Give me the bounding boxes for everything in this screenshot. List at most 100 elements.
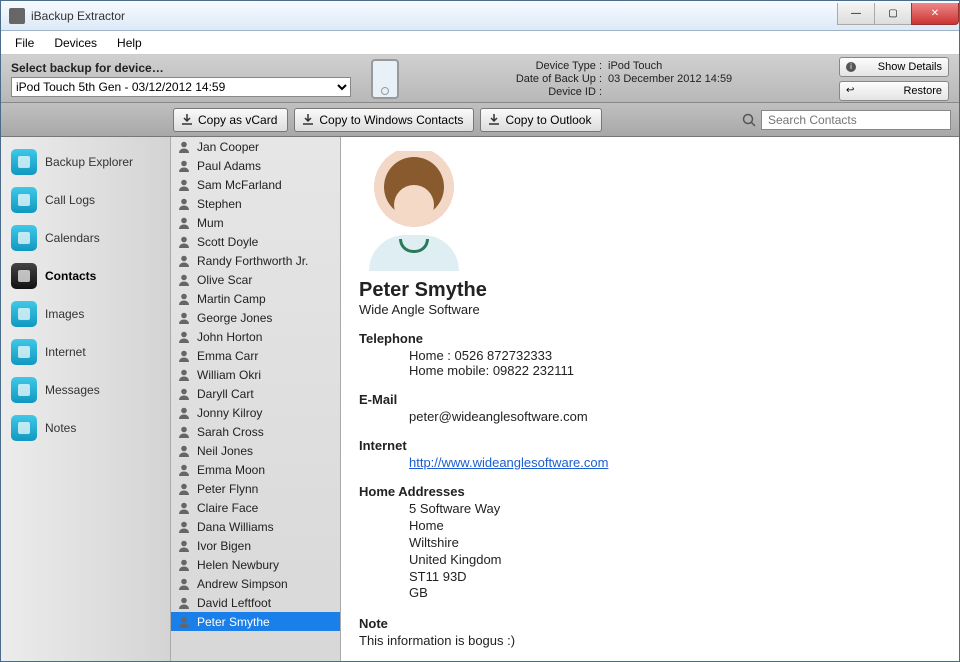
person-icon bbox=[177, 292, 191, 306]
contact-list[interactable]: Jan Cooper Paul Adams Sam McFarland Stephen… bbox=[171, 137, 341, 661]
contact-list-name: Olive Scar bbox=[197, 273, 252, 287]
device-type-label: Device Type : bbox=[419, 60, 602, 72]
contact-list-item[interactable]: Emma Moon bbox=[171, 460, 340, 479]
main-body: Backup Explorer Call Logs Calendars Contact… bbox=[1, 137, 959, 661]
sidebar-item-label: Backup Explorer bbox=[45, 155, 133, 169]
sidebar-item-label: Images bbox=[45, 307, 84, 321]
sidebar: Backup Explorer Call Logs Calendars Contact… bbox=[1, 137, 171, 661]
contact-list-item[interactable]: Dana Williams bbox=[171, 517, 340, 536]
contact-list-item[interactable]: Olive Scar bbox=[171, 270, 340, 289]
copy-windows-contacts-button[interactable]: Copy to Windows Contacts bbox=[294, 108, 474, 132]
contact-list-name: Emma Moon bbox=[197, 463, 265, 477]
person-icon bbox=[177, 425, 191, 439]
sidebar-item-notes[interactable]: Notes bbox=[1, 409, 170, 447]
info-bar: Select backup for device… iPod Touch 5th… bbox=[1, 55, 959, 103]
internet-link[interactable]: http://www.wideanglesoftware.com bbox=[409, 455, 608, 470]
close-button[interactable]: ✕ bbox=[911, 3, 959, 25]
sidebar-item-label: Messages bbox=[45, 383, 100, 397]
contact-list-item[interactable]: Helen Newbury bbox=[171, 555, 340, 574]
backup-select[interactable]: iPod Touch 5th Gen - 03/12/2012 14:59 bbox=[11, 77, 351, 97]
contact-list-item[interactable]: George Jones bbox=[171, 308, 340, 327]
contact-list-name: Andrew Simpson bbox=[197, 577, 288, 591]
download-icon bbox=[487, 113, 501, 127]
address-line: Wiltshire bbox=[409, 535, 941, 552]
menu-file[interactable]: File bbox=[5, 33, 44, 53]
contact-list-item[interactable]: William Okri bbox=[171, 365, 340, 384]
minimize-button[interactable]: — bbox=[837, 3, 875, 25]
image-icon bbox=[11, 301, 37, 327]
contact-list-item[interactable]: Mum bbox=[171, 213, 340, 232]
sidebar-item-messages[interactable]: Messages bbox=[1, 371, 170, 409]
notes-icon bbox=[11, 415, 37, 441]
maximize-button[interactable]: ▢ bbox=[874, 3, 912, 25]
restore-icon: ↩ bbox=[846, 85, 854, 96]
person-icon bbox=[177, 368, 191, 382]
person-icon bbox=[177, 596, 191, 610]
app-icon bbox=[9, 8, 25, 24]
contact-list-item[interactable]: Claire Face bbox=[171, 498, 340, 517]
show-details-button[interactable]: i Show Details bbox=[839, 57, 949, 77]
window-title: iBackup Extractor bbox=[31, 9, 838, 23]
sidebar-item-calendars[interactable]: Calendars bbox=[1, 219, 170, 257]
copy-outlook-button[interactable]: Copy to Outlook bbox=[480, 108, 602, 132]
person-icon bbox=[177, 216, 191, 230]
contact-list-item[interactable]: Randy Forthworth Jr. bbox=[171, 251, 340, 270]
contact-list-item[interactable]: John Horton bbox=[171, 327, 340, 346]
contact-list-item[interactable]: David Leftfoot bbox=[171, 593, 340, 612]
email-header: E-Mail bbox=[359, 392, 941, 407]
search-input[interactable] bbox=[761, 110, 951, 130]
contact-list-name: Sam McFarland bbox=[197, 178, 282, 192]
contact-list-item[interactable]: Scott Doyle bbox=[171, 232, 340, 251]
globe-icon bbox=[11, 339, 37, 365]
contact-list-item[interactable]: Andrew Simpson bbox=[171, 574, 340, 593]
address-line: ST11 93D bbox=[409, 569, 941, 586]
search bbox=[741, 110, 951, 130]
sidebar-item-backup-explorer[interactable]: Backup Explorer bbox=[1, 143, 170, 181]
contact-list-name: David Leftfoot bbox=[197, 596, 271, 610]
sidebar-item-internet[interactable]: Internet bbox=[1, 333, 170, 371]
backup-selector: Select backup for device… iPod Touch 5th… bbox=[11, 61, 351, 97]
contact-list-item[interactable]: Paul Adams bbox=[171, 156, 340, 175]
person-icon bbox=[177, 558, 191, 572]
download-icon bbox=[301, 113, 315, 127]
person-icon bbox=[177, 330, 191, 344]
contact-list-name: Peter Flynn bbox=[197, 482, 258, 496]
contact-list-item[interactable]: Martin Camp bbox=[171, 289, 340, 308]
contact-list-item[interactable]: Stephen bbox=[171, 194, 340, 213]
contact-list-name: George Jones bbox=[197, 311, 272, 325]
contact-list-item[interactable]: Jan Cooper bbox=[171, 137, 340, 156]
toolbar: Copy as vCard Copy to Windows Contacts C… bbox=[1, 103, 959, 137]
menu-devices[interactable]: Devices bbox=[44, 33, 107, 53]
contact-list-item[interactable]: Daryll Cart bbox=[171, 384, 340, 403]
copy-vcard-button[interactable]: Copy as vCard bbox=[173, 108, 288, 132]
contact-list-item[interactable]: Neil Jones bbox=[171, 441, 340, 460]
person-icon bbox=[11, 263, 37, 289]
search-icon bbox=[741, 112, 757, 128]
telephone-row: Home : 0526 872732333 bbox=[409, 348, 941, 363]
contact-list-item[interactable]: Jonny Kilroy bbox=[171, 403, 340, 422]
person-icon bbox=[177, 406, 191, 420]
sidebar-item-label: Notes bbox=[45, 421, 76, 435]
sidebar-item-label: Calendars bbox=[45, 231, 100, 245]
contact-list-item[interactable]: Ivor Bigen bbox=[171, 536, 340, 555]
sidebar-item-call-logs[interactable]: Call Logs bbox=[1, 181, 170, 219]
contact-list-item[interactable]: Peter Flynn bbox=[171, 479, 340, 498]
sidebar-item-label: Internet bbox=[45, 345, 86, 359]
note-text: This information is bogus :) bbox=[359, 633, 941, 648]
contact-list-item[interactable]: Emma Carr bbox=[171, 346, 340, 365]
contact-list-item[interactable]: Sarah Cross bbox=[171, 422, 340, 441]
menu-help[interactable]: Help bbox=[107, 33, 152, 53]
contact-list-name: Sarah Cross bbox=[197, 425, 264, 439]
sidebar-item-contacts[interactable]: Contacts bbox=[1, 257, 170, 295]
contact-list-item[interactable]: Peter Smythe bbox=[171, 612, 340, 631]
restore-button[interactable]: ↩ Restore bbox=[839, 81, 949, 101]
contact-list-name: Jonny Kilroy bbox=[197, 406, 262, 420]
person-icon bbox=[177, 539, 191, 553]
note-header: Note bbox=[359, 616, 941, 631]
person-icon bbox=[177, 463, 191, 477]
sidebar-item-images[interactable]: Images bbox=[1, 295, 170, 333]
contact-list-item[interactable]: Sam McFarland bbox=[171, 175, 340, 194]
person-icon bbox=[177, 615, 191, 629]
contact-list-name: Paul Adams bbox=[197, 159, 261, 173]
contact-list-name: Mum bbox=[197, 216, 224, 230]
